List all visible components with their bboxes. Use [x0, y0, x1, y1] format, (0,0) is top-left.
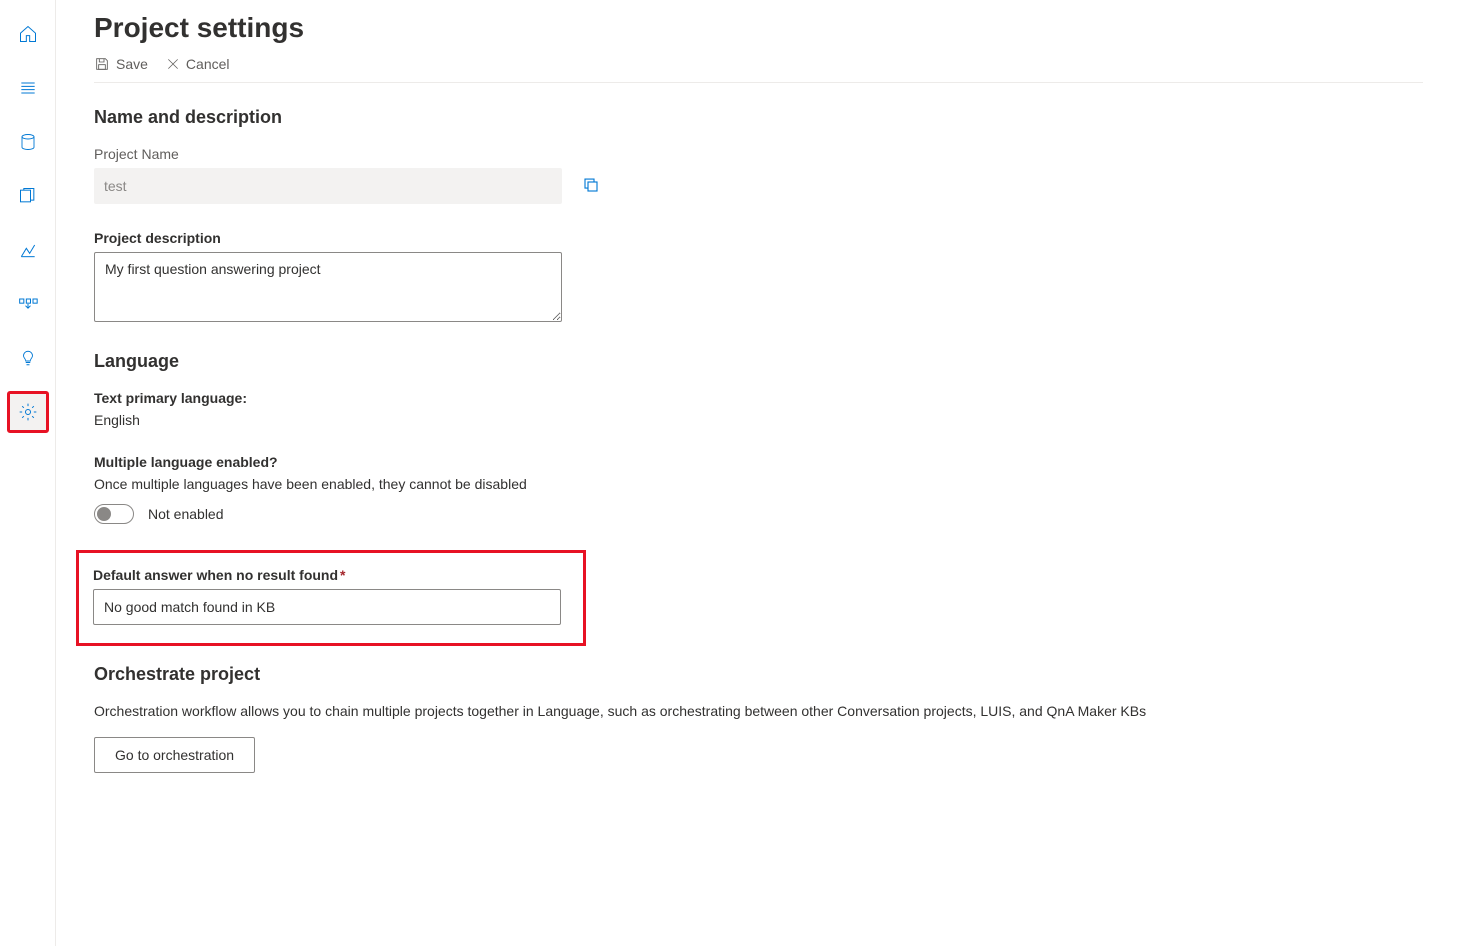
nav-list[interactable]	[8, 68, 48, 108]
cancel-label: Cancel	[186, 56, 230, 72]
toolbar: Save Cancel	[94, 56, 1423, 83]
nav-settings[interactable]	[8, 392, 48, 432]
primary-language-value: English	[94, 412, 1423, 428]
default-answer-label-text: Default answer when no result found	[93, 567, 338, 583]
deploy-icon	[18, 240, 38, 260]
database-icon	[19, 132, 37, 152]
save-icon	[94, 56, 110, 72]
default-answer-label: Default answer when no result found*	[93, 567, 569, 583]
nav-home[interactable]	[8, 14, 48, 54]
multi-language-label: Multiple language enabled?	[94, 454, 1423, 470]
multi-language-toggle[interactable]	[94, 504, 134, 524]
close-icon	[166, 57, 180, 71]
list-icon	[18, 78, 38, 98]
multi-language-toggle-label: Not enabled	[148, 506, 224, 522]
main-content: Project settings Save Cancel Name and de…	[56, 0, 1461, 946]
lightbulb-icon	[19, 348, 37, 368]
nav-data[interactable]	[8, 122, 48, 162]
section-orchestrate-heading: Orchestrate project	[94, 664, 1423, 685]
cancel-button[interactable]: Cancel	[166, 56, 230, 72]
section-language-heading: Language	[94, 351, 1423, 372]
save-label: Save	[116, 56, 148, 72]
gear-icon	[18, 402, 38, 422]
page-title: Project settings	[94, 12, 1423, 44]
project-desc-label: Project description	[94, 230, 1423, 246]
nav-deploy[interactable]	[8, 230, 48, 270]
project-name-label: Project Name	[94, 146, 1423, 162]
nav-improve[interactable]	[8, 284, 48, 324]
required-asterisk: *	[340, 567, 345, 583]
sidebar	[0, 0, 56, 946]
default-answer-section: Default answer when no result found*	[76, 550, 586, 646]
orchestrate-desc: Orchestration workflow allows you to cha…	[94, 703, 1423, 719]
default-answer-input[interactable]	[93, 589, 561, 625]
go-to-orchestration-button[interactable]: Go to orchestration	[94, 737, 255, 773]
copy-icon	[582, 176, 600, 194]
flow-icon	[18, 297, 38, 311]
section-name-desc-heading: Name and description	[94, 107, 1423, 128]
save-button[interactable]: Save	[94, 56, 148, 72]
home-icon	[18, 24, 38, 44]
project-name-input	[94, 168, 562, 204]
nav-edit[interactable]	[8, 176, 48, 216]
nav-suggest[interactable]	[8, 338, 48, 378]
multi-language-hint: Once multiple languages have been enable…	[94, 476, 1423, 492]
primary-language-label: Text primary language:	[94, 390, 1423, 406]
layers-icon	[18, 186, 38, 206]
project-desc-input[interactable]	[94, 252, 562, 322]
copy-project-name-button[interactable]	[582, 176, 600, 197]
